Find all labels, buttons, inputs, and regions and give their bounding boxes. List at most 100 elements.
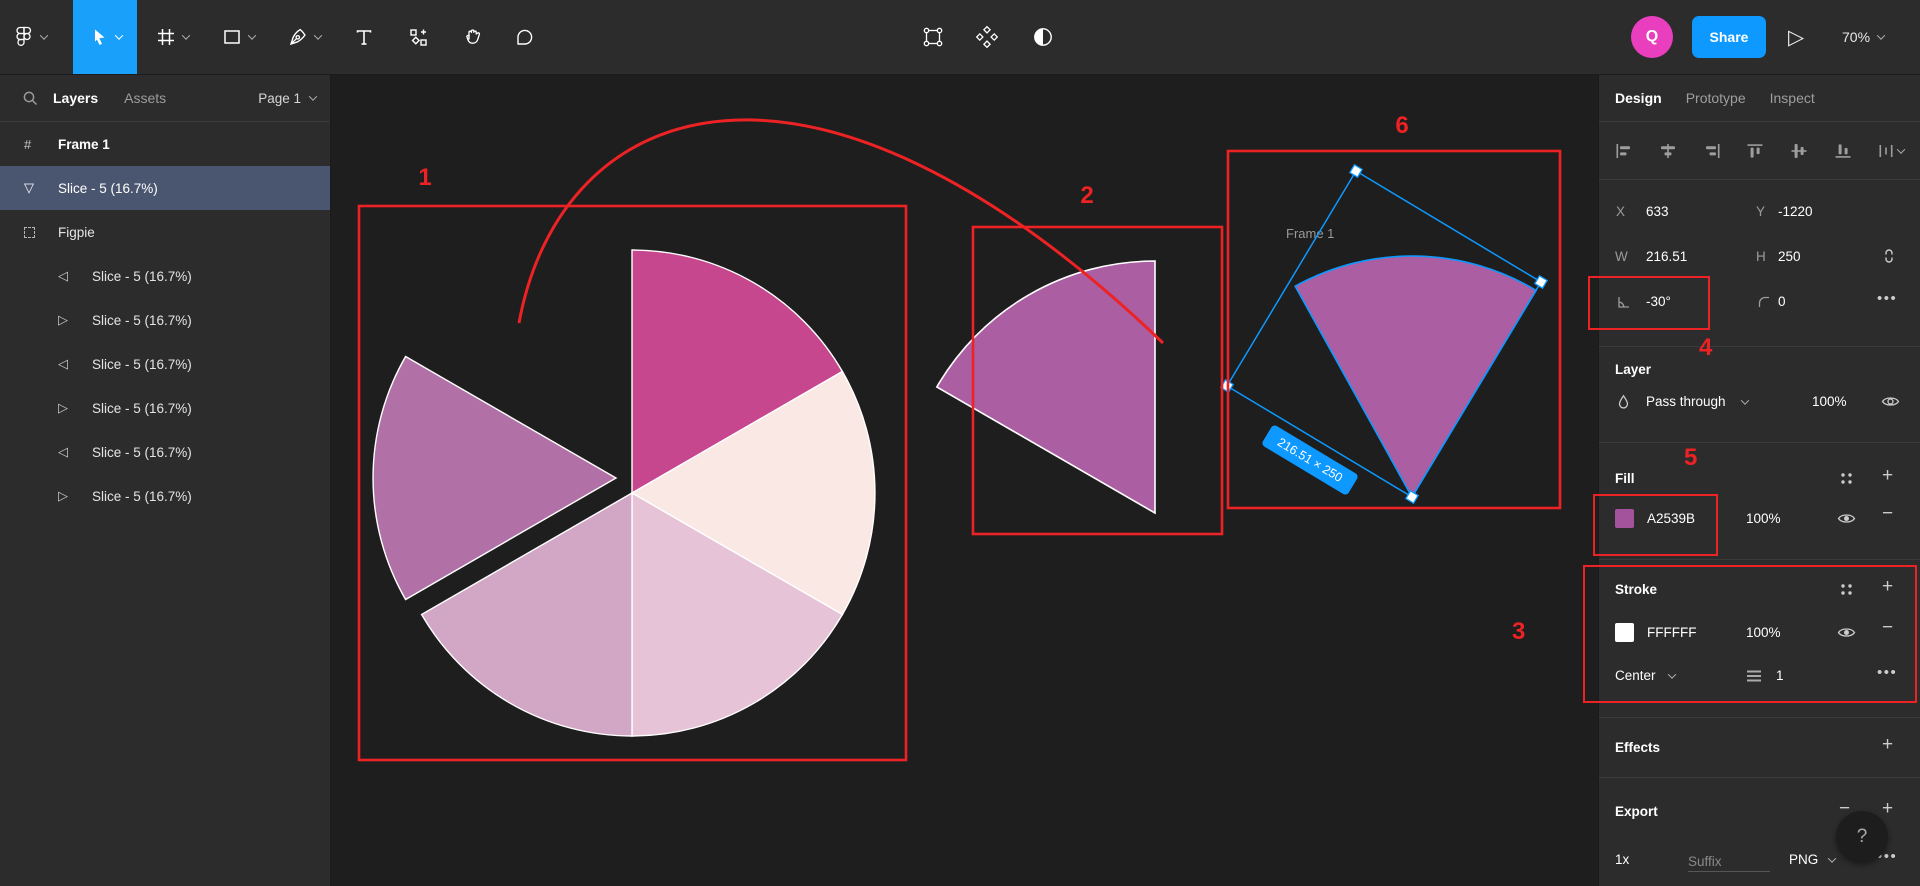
text-tool[interactable] bbox=[354, 0, 374, 74]
shape-tool[interactable] bbox=[222, 0, 255, 74]
styles-icon[interactable] bbox=[1839, 471, 1854, 486]
left-panel-tabs: Layers Assets Page 1 bbox=[0, 75, 330, 122]
chevron-down-icon[interactable] bbox=[248, 31, 256, 39]
layer-row[interactable]: ▷Slice - 5 (16.7%) bbox=[0, 474, 330, 518]
stroke-weight-value[interactable]: 1 bbox=[1776, 668, 1784, 683]
align-top-icon[interactable] bbox=[1746, 143, 1764, 159]
layer-row[interactable]: ▷Slice - 5 (16.7%) bbox=[0, 386, 330, 430]
move-tool[interactable] bbox=[73, 0, 137, 74]
selection-handle[interactable] bbox=[1350, 165, 1362, 177]
layer-opacity[interactable]: 100% bbox=[1812, 394, 1847, 409]
eye-icon[interactable] bbox=[1881, 395, 1900, 408]
suffix-input[interactable] bbox=[1688, 852, 1770, 872]
y-value[interactable]: -1220 bbox=[1778, 204, 1813, 219]
present-button[interactable]: ▷ bbox=[1788, 0, 1804, 74]
search-icon[interactable] bbox=[22, 90, 39, 107]
add-effect-icon[interactable]: + bbox=[1882, 734, 1893, 756]
help-button[interactable]: ? bbox=[1836, 811, 1888, 863]
comment-icon bbox=[514, 27, 535, 48]
remove-fill-icon[interactable]: − bbox=[1882, 503, 1893, 525]
component-tool[interactable] bbox=[408, 0, 429, 74]
blend-mode-icon bbox=[1616, 394, 1631, 411]
variants-button[interactable] bbox=[975, 0, 999, 74]
layer-row[interactable]: Figpie bbox=[0, 210, 330, 254]
layer-row[interactable]: ◁Slice - 5 (16.7%) bbox=[0, 254, 330, 298]
triangle-right-icon: ▷ bbox=[58, 488, 92, 504]
distribute-menu[interactable] bbox=[1878, 143, 1904, 159]
align-vertical-center-icon[interactable] bbox=[1790, 143, 1808, 159]
chevron-down-icon bbox=[1877, 31, 1885, 39]
canvas-frame-label[interactable]: Frame 1 bbox=[1286, 226, 1334, 241]
layer-row[interactable]: ◁Slice - 5 (16.7%) bbox=[0, 430, 330, 474]
effects-section: Effects + bbox=[1599, 718, 1920, 778]
chevron-down-icon[interactable] bbox=[182, 31, 190, 39]
triangle-left-icon: ◁ bbox=[58, 356, 92, 372]
export-scale[interactable]: 1x bbox=[1615, 852, 1629, 867]
height-value[interactable]: 250 bbox=[1778, 249, 1801, 264]
tab-inspect[interactable]: Inspect bbox=[1770, 90, 1815, 106]
constrain-proportions-icon[interactable] bbox=[1881, 247, 1897, 265]
eye-icon[interactable] bbox=[1837, 512, 1856, 525]
fill-color-swatch[interactable] bbox=[1615, 509, 1634, 528]
fill-opacity[interactable]: 100% bbox=[1746, 511, 1781, 526]
more-options-icon[interactable]: ••• bbox=[1877, 664, 1897, 681]
layer-row[interactable]: ▽Slice - 5 (16.7%) bbox=[0, 166, 330, 210]
tab-prototype[interactable]: Prototype bbox=[1686, 90, 1746, 106]
styles-icon[interactable] bbox=[1839, 582, 1854, 597]
tab-layers[interactable]: Layers bbox=[53, 90, 98, 106]
avatar[interactable]: Q bbox=[1631, 16, 1673, 58]
layer-label: Slice - 5 (16.7%) bbox=[92, 401, 192, 416]
blend-mode-value[interactable]: Pass through bbox=[1646, 394, 1726, 409]
rotation-value[interactable]: -30° bbox=[1646, 294, 1671, 309]
chevron-down-icon bbox=[1741, 396, 1749, 404]
layer-label: Slice - 5 (16.7%) bbox=[58, 181, 158, 196]
corner-radius-value[interactable]: 0 bbox=[1778, 294, 1786, 309]
hand-tool[interactable] bbox=[462, 0, 483, 74]
add-fill-icon[interactable]: + bbox=[1882, 465, 1893, 487]
stroke-section-title: Stroke bbox=[1615, 582, 1657, 597]
mask-button[interactable] bbox=[1031, 0, 1055, 74]
layer-row[interactable]: #Frame 1 bbox=[0, 122, 330, 166]
move-cursor-icon bbox=[89, 27, 109, 47]
edit-object-button[interactable] bbox=[921, 0, 945, 74]
layer-row[interactable]: ▷Slice - 5 (16.7%) bbox=[0, 298, 330, 342]
add-export-icon[interactable]: + bbox=[1882, 798, 1893, 820]
selection-handle[interactable] bbox=[1535, 276, 1547, 288]
chevron-down-icon bbox=[1828, 854, 1836, 862]
chevron-down-icon bbox=[309, 92, 317, 100]
remove-stroke-icon[interactable]: − bbox=[1882, 617, 1893, 639]
layer-row[interactable]: ◁Slice - 5 (16.7%) bbox=[0, 342, 330, 386]
tab-design[interactable]: Design bbox=[1615, 90, 1662, 106]
frame-tool[interactable] bbox=[156, 0, 189, 74]
align-horizontal-center-icon[interactable] bbox=[1659, 143, 1677, 159]
pen-tool[interactable] bbox=[288, 0, 321, 74]
align-bottom-icon[interactable] bbox=[1834, 143, 1852, 159]
tab-assets[interactable]: Assets bbox=[124, 90, 166, 106]
page-selector[interactable]: Page 1 bbox=[258, 91, 316, 106]
share-button[interactable]: Share bbox=[1692, 16, 1766, 58]
add-stroke-icon[interactable]: + bbox=[1882, 576, 1893, 598]
chevron-down-icon[interactable] bbox=[114, 31, 122, 39]
canvas[interactable]: Frame 1216.51 × 250126 bbox=[331, 75, 1598, 886]
component-icon bbox=[408, 27, 429, 48]
comment-tool[interactable] bbox=[514, 0, 535, 74]
dragged-slice[interactable] bbox=[937, 261, 1155, 513]
chevron-down-icon[interactable] bbox=[314, 31, 322, 39]
fill-hex-value[interactable]: A2539B bbox=[1647, 511, 1695, 526]
stroke-opacity[interactable]: 100% bbox=[1746, 625, 1781, 640]
export-section-title: Export bbox=[1615, 804, 1658, 819]
eye-icon[interactable] bbox=[1837, 626, 1856, 639]
selection-handle[interactable] bbox=[1406, 491, 1418, 503]
layer-list: #Frame 1▽Slice - 5 (16.7%)Figpie◁Slice -… bbox=[0, 122, 330, 518]
x-value[interactable]: 633 bbox=[1646, 204, 1669, 219]
export-format[interactable]: PNG bbox=[1789, 852, 1818, 867]
width-value[interactable]: 216.51 bbox=[1646, 249, 1687, 264]
align-right-icon[interactable] bbox=[1703, 143, 1721, 159]
align-left-icon[interactable] bbox=[1615, 143, 1633, 159]
more-options-icon[interactable]: ••• bbox=[1877, 290, 1897, 307]
stroke-color-swatch[interactable] bbox=[1615, 623, 1634, 642]
stroke-hex-value[interactable]: FFFFFF bbox=[1647, 625, 1696, 640]
stroke-align-value[interactable]: Center bbox=[1615, 668, 1656, 683]
zoom-control[interactable]: 70% bbox=[1842, 0, 1884, 74]
figma-menu[interactable] bbox=[14, 0, 47, 74]
